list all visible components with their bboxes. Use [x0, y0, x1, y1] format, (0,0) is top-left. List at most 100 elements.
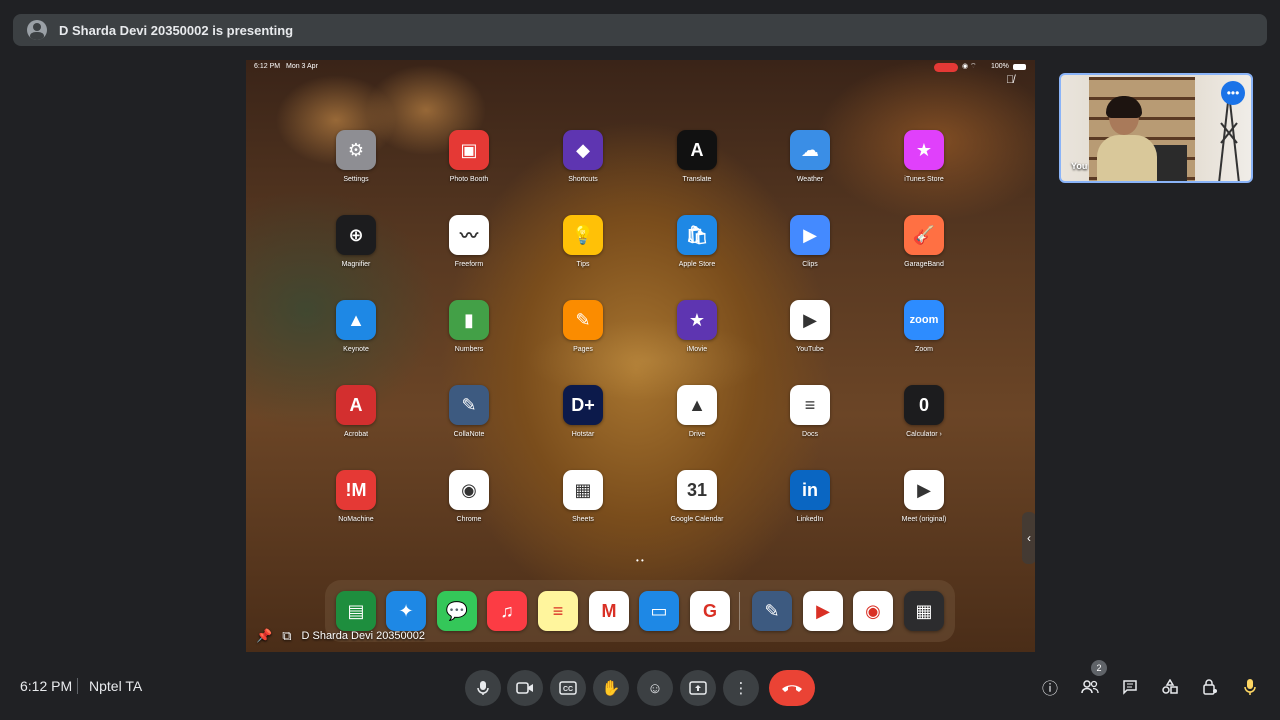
app-icon-clips[interactable]: ▶ Clips	[780, 215, 840, 268]
app-icon-shortcuts[interactable]: ◆ Shortcuts	[553, 130, 613, 183]
raise-hand-button[interactable]: ✋	[593, 670, 629, 706]
app-icon-translate[interactable]: A Translate	[667, 130, 727, 183]
app-icon-meet-original[interactable]: ▶ Meet (original)	[894, 470, 954, 523]
app-icon-nomachine[interactable]: !M NoMachine	[326, 470, 386, 523]
app-label: CollaNote	[453, 431, 485, 438]
app-icon-collanote[interactable]: ✎ CollaNote	[439, 385, 499, 438]
app-label: Docs	[802, 431, 818, 438]
app-icon-google-calendar[interactable]: 31 Google Calendar	[667, 470, 727, 523]
presenting-text: D Sharda Devi 20350002 is presenting	[59, 22, 294, 38]
app-icon-calculator[interactable]: 0 Calculator ›	[894, 385, 954, 438]
host-controls-button[interactable]	[1197, 674, 1223, 700]
app-icon-drive[interactable]: ▲ Drive	[667, 385, 727, 438]
reactions-button[interactable]: ☺	[637, 670, 673, 706]
pin-icon[interactable]: 📌	[256, 628, 272, 644]
app-icon-magnifier[interactable]: ⊕ Magnifier	[326, 215, 386, 268]
camera-icon	[516, 682, 533, 694]
app-icon-freeform[interactable]: 〰 Freeform	[439, 215, 499, 268]
dock-messages-icon[interactable]: 💬	[437, 591, 477, 631]
app-glyph-icon: 〰	[449, 215, 489, 255]
app-icon-itunes-store[interactable]: ★ iTunes Store	[894, 130, 954, 183]
app-label: Freeform	[454, 261, 484, 268]
lock-person-icon	[1203, 679, 1217, 695]
dock-music-icon[interactable]: ♫	[487, 591, 527, 631]
ipad-date: Mon 3 Apr	[286, 63, 318, 70]
mic-muted-icon: 🎙̸	[1006, 74, 1015, 86]
dock-divider	[739, 592, 740, 630]
present-to-all-icon[interactable]: ⧉	[282, 628, 291, 644]
leave-call-button[interactable]	[769, 670, 815, 706]
recording-indicator-icon	[934, 63, 958, 72]
app-label: Calculator ›	[906, 431, 942, 438]
dock-safari-icon[interactable]: ✦	[386, 591, 426, 631]
app-icon-weather[interactable]: ☁ Weather	[780, 130, 840, 183]
app-glyph-icon: in	[790, 470, 830, 510]
app-icon-photo-booth[interactable]: ▣ Photo Booth	[439, 130, 499, 183]
ipad-time: 6:12 PM	[254, 63, 281, 70]
app-icon-chrome[interactable]: ◉ Chrome	[439, 470, 499, 523]
app-glyph-icon: ✎	[449, 385, 489, 425]
app-label: Acrobat	[343, 431, 369, 438]
app-glyph-icon: ▶	[790, 300, 830, 340]
participant-video	[1097, 96, 1157, 181]
dock-meet-icon[interactable]: ▶	[803, 591, 843, 631]
people-button[interactable]	[1077, 674, 1103, 700]
captions-button[interactable]: CC	[550, 670, 586, 706]
app-label: Magnifier	[341, 261, 371, 268]
activities-shapes-icon	[1162, 679, 1178, 694]
app-glyph-icon: 💡	[563, 215, 603, 255]
dock-notes-icon[interactable]: ≡	[538, 591, 578, 631]
more-options-button[interactable]: ⋮	[723, 670, 759, 706]
people-count-badge: 2	[1091, 660, 1107, 676]
app-icon-settings[interactable]: ⚙ Settings	[326, 130, 386, 183]
dock-files-icon[interactable]: ▭	[639, 591, 679, 631]
app-icon-pages[interactable]: ✎ Pages	[553, 300, 613, 353]
dock-collanote-icon[interactable]: ✎	[752, 591, 792, 631]
app-label: Numbers	[454, 346, 484, 353]
app-glyph-icon: ◉	[449, 470, 489, 510]
app-icon-numbers[interactable]: ▮ Numbers	[439, 300, 499, 353]
app-icon-keynote[interactable]: ▲ Keynote	[326, 300, 386, 353]
app-icon-youtube[interactable]: ▶ YouTube	[780, 300, 840, 353]
app-icon-tips[interactable]: 💡 Tips	[553, 215, 613, 268]
dock-chrome-icon[interactable]: ◉	[853, 591, 893, 631]
app-icon-garageband[interactable]: 🎸 GarageBand	[894, 215, 954, 268]
chat-button[interactable]	[1117, 674, 1143, 700]
side-handle-chevron-icon[interactable]: ‹	[1022, 512, 1035, 564]
app-glyph-icon: 31	[677, 470, 717, 510]
app-icon-acrobat[interactable]: A Acrobat	[326, 385, 386, 438]
app-icon-sheets[interactable]: ▦ Sheets	[553, 470, 613, 523]
dock-gmail-icon[interactable]: M	[589, 591, 629, 631]
self-video-tile[interactable]: You •••	[1059, 73, 1253, 183]
app-glyph-icon: ◆	[563, 130, 603, 170]
app-glyph-icon: ▣	[449, 130, 489, 170]
app-glyph-icon: !M	[336, 470, 376, 510]
dock-classroom-icon[interactable]: ▤	[336, 591, 376, 631]
camera-button[interactable]	[507, 670, 543, 706]
mic-active-button[interactable]	[1237, 674, 1263, 700]
app-icon-imovie[interactable]: ★ iMovie	[667, 300, 727, 353]
microphone-button[interactable]	[465, 670, 501, 706]
app-label: NoMachine	[338, 516, 374, 523]
app-icon-zoom[interactable]: zoom Zoom	[894, 300, 954, 353]
app-glyph-icon: ▶	[904, 470, 944, 510]
more-options-icon[interactable]: •••	[1221, 81, 1245, 105]
activities-button[interactable]	[1157, 674, 1183, 700]
dock-google-icon[interactable]: G	[690, 591, 730, 631]
app-label: Drive	[688, 431, 706, 438]
dock-app-library-icon[interactable]: ▦	[904, 591, 944, 631]
app-icon-hotstar[interactable]: D+ Hotstar	[553, 385, 613, 438]
meeting-controls-bar: 6:12 PM Nptel TA CC ✋ ☺ ⋮ ⓘ 2	[0, 660, 1280, 710]
app-icon-apple-store[interactable]: 🛍 Apple Store	[667, 215, 727, 268]
easel-background	[1218, 93, 1240, 181]
app-label: YouTube	[796, 346, 824, 353]
app-icon-docs[interactable]: ≡ Docs	[780, 385, 840, 438]
bar-divider	[77, 678, 78, 694]
more-vert-icon: ⋮	[733, 680, 749, 697]
meeting-details-button[interactable]: ⓘ	[1037, 674, 1063, 700]
app-label: iMovie	[686, 346, 708, 353]
page-dots: • •	[636, 556, 644, 565]
app-icon-linkedin[interactable]: in LinkedIn	[780, 470, 840, 523]
app-glyph-icon: ⊕	[336, 215, 376, 255]
present-now-button[interactable]	[680, 670, 716, 706]
